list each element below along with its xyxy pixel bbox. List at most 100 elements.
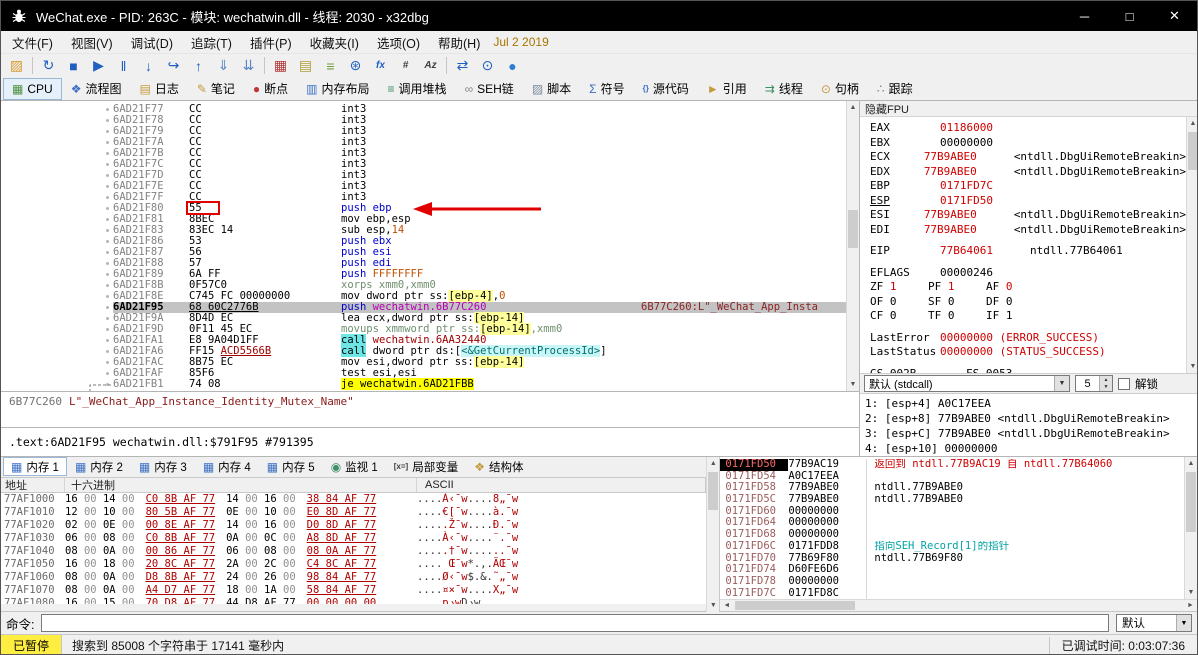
menu-item-选项(O)[interactable]: 选项(O) (368, 31, 429, 54)
log-window-button[interactable]: ▤ (293, 55, 318, 77)
register-row[interactable]: LastError 00000000 (ERROR_SUCCESS) (870, 331, 1186, 346)
dump-row[interactable]: 77AF1030 06 00 08 00 C0 8B AF 77 0A 00 0C 0… (1, 532, 706, 545)
scrollbar-track[interactable] (733, 600, 1184, 611)
stack-row[interactable]: 0171FD7C 0171FD8C (720, 587, 1184, 599)
run-button[interactable]: ▶ (86, 55, 111, 77)
dump-row[interactable]: 77AF1000 16 00 14 00 C0 8B AF 77 14 00 16 0… (1, 493, 706, 506)
dump-tab-内存 1[interactable]: ▦ 内存 1 (3, 457, 67, 477)
menu-item-插件(P)[interactable]: 插件(P) (241, 31, 301, 54)
tab-源代码[interactable]: {} 源代码 (634, 78, 698, 100)
tab-CPU[interactable]: ▦ CPU (3, 77, 62, 100)
step-into-source-button[interactable]: ⇓ (211, 55, 236, 77)
tab-脚本[interactable]: ▨ 脚本 (523, 78, 580, 100)
scroll-up-arrow[interactable]: ▲ (847, 101, 859, 114)
scrollbar-thumb[interactable] (848, 210, 858, 248)
disassembly-pane[interactable]: 6AD21F77 CC int3 6AD21F78 CC int3 6AD21F79 CC in… (1, 101, 846, 391)
preferences-button[interactable]: ⊛ (343, 55, 368, 77)
menu-item-视图(V)[interactable]: 视图(V) (62, 31, 122, 54)
scrollbar-thumb[interactable] (735, 601, 856, 610)
register-row[interactable]: EBP 0171FD7C (870, 179, 1186, 194)
tab-断点[interactable]: ● 断点 (244, 78, 297, 100)
internet-button[interactable]: ● (500, 55, 525, 77)
tab-笔记[interactable]: ✎ 笔记 (188, 78, 244, 100)
dump-row[interactable]: 77AF1020 02 00 0E 00 00 8E AF 77 14 00 16 0… (1, 519, 706, 532)
argument-count-stepper[interactable]: 5 ▲ ▼ (1075, 375, 1113, 392)
stop-button[interactable]: ■ (61, 55, 86, 77)
scroll-up-arrow[interactable]: ▲ (1185, 457, 1197, 470)
run-to-return-button[interactable]: ↑ (186, 55, 211, 77)
argument-row[interactable]: 1: [esp+4] A0C17EEA (860, 396, 1197, 411)
dump-tab-局部变量[interactable]: [x=] 局部变量 (386, 457, 466, 476)
appearance-button[interactable]: fx (368, 55, 393, 77)
spin-up-icon[interactable]: ▲ (1099, 376, 1112, 384)
animate-button[interactable]: ▦ (268, 55, 293, 77)
scroll-down-arrow[interactable]: ▼ (1187, 360, 1197, 373)
scroll-left-arrow[interactable]: ◄ (720, 602, 733, 609)
tab-符号[interactable]: Σ 符号 (580, 78, 633, 100)
register-row[interactable]: OF 0 SF 0 DF 0 (870, 295, 1186, 310)
register-row[interactable]: EDX 77B9ABE0 <ntdll.DbgUiRemoteBreakin> (870, 165, 1186, 180)
tab-引用[interactable]: ► 引用 (698, 78, 756, 100)
scrollbar-track[interactable] (1185, 470, 1197, 586)
argument-row[interactable]: 4: [esp+10] 00000000 (860, 441, 1197, 456)
menu-item-帮助(H)[interactable]: 帮助(H) (429, 31, 489, 54)
stack-row[interactable]: 0171FD78 00000000 (720, 575, 1184, 588)
dump-rows[interactable]: 77AF1000 16 00 14 00 C0 8B AF 77 14 00 16 0… (1, 492, 707, 605)
scroll-up-arrow[interactable]: ▲ (707, 457, 719, 470)
argument-row[interactable]: 2: [esp+8] 77B9ABE0 <ntdll.DbgUiRemoteBr… (860, 411, 1197, 426)
disasm-row[interactable]: 6AD21FB1 74 08 je wechatwin.6AD21FBB (1, 378, 846, 390)
tab-句柄[interactable]: ⊙ 句柄 (812, 78, 868, 100)
unlock-checkbox[interactable] (1118, 377, 1130, 390)
dump-tab-内存 4[interactable]: ▦ 内存 4 (195, 457, 259, 476)
dump-tab-内存 5[interactable]: ▦ 内存 5 (259, 457, 323, 476)
dump-tab-监视 1[interactable]: ◉ 监视 1 (323, 457, 386, 476)
dump-tab-内存 3[interactable]: ▦ 内存 3 (131, 457, 195, 476)
dump-row[interactable]: 77AF1080 16 00 15 00 70 D8 AF 77 44 D8 AF 7… (1, 597, 706, 604)
scrollbar-thumb[interactable] (1185, 472, 1196, 532)
scrollbar-track[interactable] (1187, 130, 1197, 360)
scroll-down-arrow[interactable]: ▼ (1185, 586, 1197, 599)
registers-scrollbar[interactable]: ▲ ▼ (1186, 117, 1197, 373)
dump-row[interactable]: 77AF1010 12 00 10 00 80 5B AF 77 0E 00 10 0… (1, 506, 706, 519)
command-input[interactable] (41, 614, 1109, 632)
tab-调用堆栈[interactable]: ≡ 调用堆栈 (379, 78, 456, 100)
search-button[interactable]: ⊙ (475, 55, 500, 77)
minimize-button[interactable]: ─ (1062, 1, 1107, 31)
tab-跟踪[interactable]: ∴ 跟踪 (868, 78, 922, 100)
chevron-down-icon[interactable]: ▼ (1176, 615, 1191, 631)
menu-item-追踪(T)[interactable]: 追踪(T) (182, 31, 241, 54)
calling-convention-select[interactable]: 默认 (stdcall) ▼ (864, 375, 1070, 392)
register-row[interactable]: EDI 77B9ABE0 <ntdll.DbgUiRemoteBreakin> (870, 223, 1186, 238)
font-button[interactable]: Az (418, 55, 443, 77)
close-button[interactable]: ✕ (1152, 1, 1197, 31)
pause-button[interactable]: ‖ (111, 55, 136, 77)
stack-row[interactable]: 0171FD5C 77B9ABE0 ntdll.77B9ABE0 (720, 493, 1184, 506)
dump-row[interactable]: 77AF1040 08 00 0A 00 00 86 AF 77 06 00 08 0… (1, 545, 706, 558)
dump-scrollbar[interactable]: ▲ ▼ (706, 457, 720, 612)
argument-row[interactable]: 3: [esp+C] 77B9ABE0 <ntdll.DbgUiRemoteBr… (860, 426, 1197, 441)
tab-线程[interactable]: ⇉ 线程 (756, 78, 812, 100)
register-row[interactable]: ECX 77B9ABE0 <ntdll.DbgUiRemoteBreakin> (870, 150, 1186, 165)
step-into-button[interactable]: ↓ (136, 55, 161, 77)
calculator-button[interactable]: # (393, 55, 418, 77)
scrollbar-track[interactable] (707, 470, 719, 599)
menu-item-调试(D)[interactable]: 调试(D) (122, 31, 182, 54)
tab-日志[interactable]: ▤ 日志 (130, 78, 187, 100)
tab-流程图[interactable]: ❖ 流程图 (62, 78, 131, 100)
step-over-source-button[interactable]: ⇊ (236, 55, 261, 77)
stack-row[interactable]: 0171FD50 77B9AC19 返回到 ntdll.77B9AC19 自 ntd… (720, 458, 1184, 471)
stack-horizontal-scrollbar[interactable]: ◄ ► (720, 599, 1197, 611)
step-over-button[interactable]: ↪ (161, 55, 186, 77)
register-row[interactable]: EIP 77B64061 ntdll.77B64061 (870, 244, 1186, 259)
register-row[interactable]: EAX 01186000 (870, 121, 1186, 136)
stack-scrollbar[interactable]: ▲ ▼ (1183, 457, 1197, 599)
notes-button[interactable]: ≡ (318, 55, 343, 77)
tab-内存布局[interactable]: ▥ 内存布局 (297, 78, 378, 100)
menu-item-收藏夹(I)[interactable]: 收藏夹(I) (301, 31, 368, 54)
scrollbar-track[interactable] (847, 114, 859, 378)
command-profile-select[interactable]: 默认 ▼ (1116, 614, 1192, 632)
hide-fpu-button[interactable]: 隐藏FPU (860, 101, 1197, 117)
dump-row[interactable]: 77AF1070 08 00 0A 00 A4 D7 AF 77 18 00 1A 0… (1, 584, 706, 597)
scrollbar-thumb[interactable] (1188, 132, 1197, 170)
chevron-down-icon[interactable]: ▼ (1054, 376, 1069, 391)
